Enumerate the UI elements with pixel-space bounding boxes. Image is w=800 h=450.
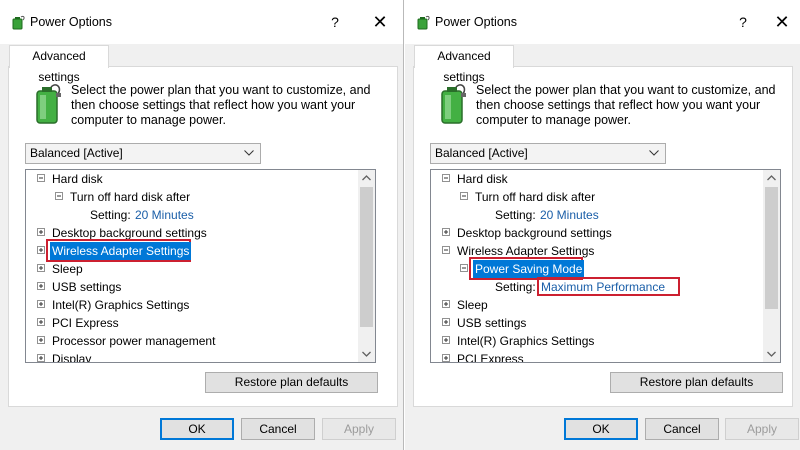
power-options-dialog-left: Power Options ? ✕ Advanced settings Sele… bbox=[0, 0, 404, 450]
power-options-icon bbox=[12, 15, 25, 30]
tree-item-label: Sleep bbox=[457, 298, 488, 312]
tree-item-label: USB settings bbox=[52, 280, 122, 294]
ok-button[interactable]: OK bbox=[160, 418, 234, 440]
window-title: Power Options bbox=[30, 15, 112, 29]
collapse-icon[interactable] bbox=[442, 246, 450, 254]
advanced-settings-panel: Select the power plan that you want to c… bbox=[8, 66, 398, 407]
battery-icon bbox=[441, 84, 466, 124]
expand-icon[interactable] bbox=[37, 354, 45, 362]
collapse-icon[interactable] bbox=[442, 174, 450, 182]
tree-item-label: Intel(R) Graphics Settings bbox=[457, 334, 595, 348]
restore-plan-defaults-button[interactable]: Restore plan defaults bbox=[610, 372, 783, 393]
setting-prefix: Setting: bbox=[495, 280, 536, 294]
scroll-up-icon[interactable] bbox=[763, 170, 780, 187]
tree-item-label: USB settings bbox=[457, 316, 527, 330]
tree-scrollbar[interactable] bbox=[763, 170, 780, 362]
collapse-icon[interactable] bbox=[460, 192, 468, 200]
description-text: Select the power plan that you want to c… bbox=[71, 83, 371, 127]
cancel-button[interactable]: Cancel bbox=[241, 418, 315, 440]
plan-dropdown-value: Balanced [Active] bbox=[30, 146, 123, 160]
collapse-icon[interactable] bbox=[55, 192, 63, 200]
expand-icon[interactable] bbox=[442, 318, 450, 326]
chevron-down-icon bbox=[244, 150, 254, 156]
settings-tree[interactable]: Hard disk Turn off hard disk after Setti… bbox=[430, 169, 781, 363]
title-bar: Power Options ? ✕ bbox=[0, 0, 403, 44]
expand-icon[interactable] bbox=[442, 354, 450, 362]
tab-advanced-settings[interactable]: Advanced settings bbox=[414, 45, 514, 84]
setting-value-link[interactable]: 20 Minutes bbox=[540, 206, 599, 224]
expand-icon[interactable] bbox=[37, 246, 45, 254]
tree-item-label: Turn off hard disk after bbox=[70, 190, 191, 204]
help-button[interactable]: ? bbox=[323, 12, 347, 32]
apply-button[interactable]: Apply bbox=[725, 418, 799, 440]
tree-item-label: Wireless Adapter Settings bbox=[50, 242, 192, 260]
tree-item-label: Display bbox=[52, 352, 92, 362]
settings-tree[interactable]: Hard disk Turn off hard disk after Setti… bbox=[25, 169, 376, 363]
setting-value-link[interactable]: 20 Minutes bbox=[135, 206, 194, 224]
window-title: Power Options bbox=[435, 15, 517, 29]
plan-dropdown[interactable]: Balanced [Active] bbox=[25, 143, 261, 164]
restore-plan-defaults-button[interactable]: Restore plan defaults bbox=[205, 372, 378, 393]
tree-item-label: Intel(R) Graphics Settings bbox=[52, 298, 190, 312]
expand-icon[interactable] bbox=[37, 336, 45, 344]
power-options-dialog-right: Power Options ? ✕ Advanced settings Sele… bbox=[405, 0, 800, 450]
expand-icon[interactable] bbox=[442, 300, 450, 308]
title-bar: Power Options ? ✕ bbox=[405, 0, 800, 44]
ok-button[interactable]: OK bbox=[564, 418, 638, 440]
tree-item-label: Processor power management bbox=[52, 334, 216, 348]
plan-dropdown-value: Balanced [Active] bbox=[435, 146, 528, 160]
help-button[interactable]: ? bbox=[731, 12, 755, 32]
advanced-settings-panel: Select the power plan that you want to c… bbox=[413, 66, 793, 407]
description-text: Select the power plan that you want to c… bbox=[476, 83, 776, 127]
tree-item-label: PCI Express bbox=[457, 352, 524, 362]
tree-item-label: Hard disk bbox=[52, 172, 103, 186]
setting-value-link[interactable]: Maximum Performance bbox=[541, 278, 665, 296]
apply-button[interactable]: Apply bbox=[322, 418, 396, 440]
collapse-icon[interactable] bbox=[37, 174, 45, 182]
battery-icon bbox=[36, 84, 61, 124]
scroll-up-icon[interactable] bbox=[358, 170, 375, 187]
scroll-thumb[interactable] bbox=[360, 187, 373, 327]
collapse-icon[interactable] bbox=[460, 264, 468, 272]
tree-scrollbar[interactable] bbox=[358, 170, 375, 362]
setting-prefix: Setting: bbox=[90, 208, 131, 222]
plan-dropdown[interactable]: Balanced [Active] bbox=[430, 143, 666, 164]
expand-icon[interactable] bbox=[37, 300, 45, 308]
close-button[interactable]: ✕ bbox=[368, 11, 392, 33]
expand-icon[interactable] bbox=[442, 228, 450, 236]
cancel-button[interactable]: Cancel bbox=[645, 418, 719, 440]
expand-icon[interactable] bbox=[37, 282, 45, 290]
close-button[interactable]: ✕ bbox=[770, 11, 794, 33]
tree-item-label: Power Saving Mode bbox=[473, 260, 585, 278]
tree-item-label: PCI Express bbox=[52, 316, 119, 330]
power-options-icon bbox=[417, 15, 430, 30]
tree-item-label: Hard disk bbox=[457, 172, 508, 186]
expand-icon[interactable] bbox=[37, 318, 45, 326]
tree-item-label: Sleep bbox=[52, 262, 83, 276]
scroll-down-icon[interactable] bbox=[763, 345, 780, 362]
expand-icon[interactable] bbox=[442, 336, 450, 344]
tree-item-label: Turn off hard disk after bbox=[475, 190, 596, 204]
expand-icon[interactable] bbox=[37, 228, 45, 236]
scroll-thumb[interactable] bbox=[765, 187, 778, 309]
tab-advanced-settings[interactable]: Advanced settings bbox=[9, 45, 109, 84]
expand-icon[interactable] bbox=[37, 264, 45, 272]
chevron-down-icon bbox=[649, 150, 659, 156]
tree-item-label: Desktop background settings bbox=[457, 226, 612, 240]
setting-prefix: Setting: bbox=[495, 208, 536, 222]
scroll-down-icon[interactable] bbox=[358, 345, 375, 362]
